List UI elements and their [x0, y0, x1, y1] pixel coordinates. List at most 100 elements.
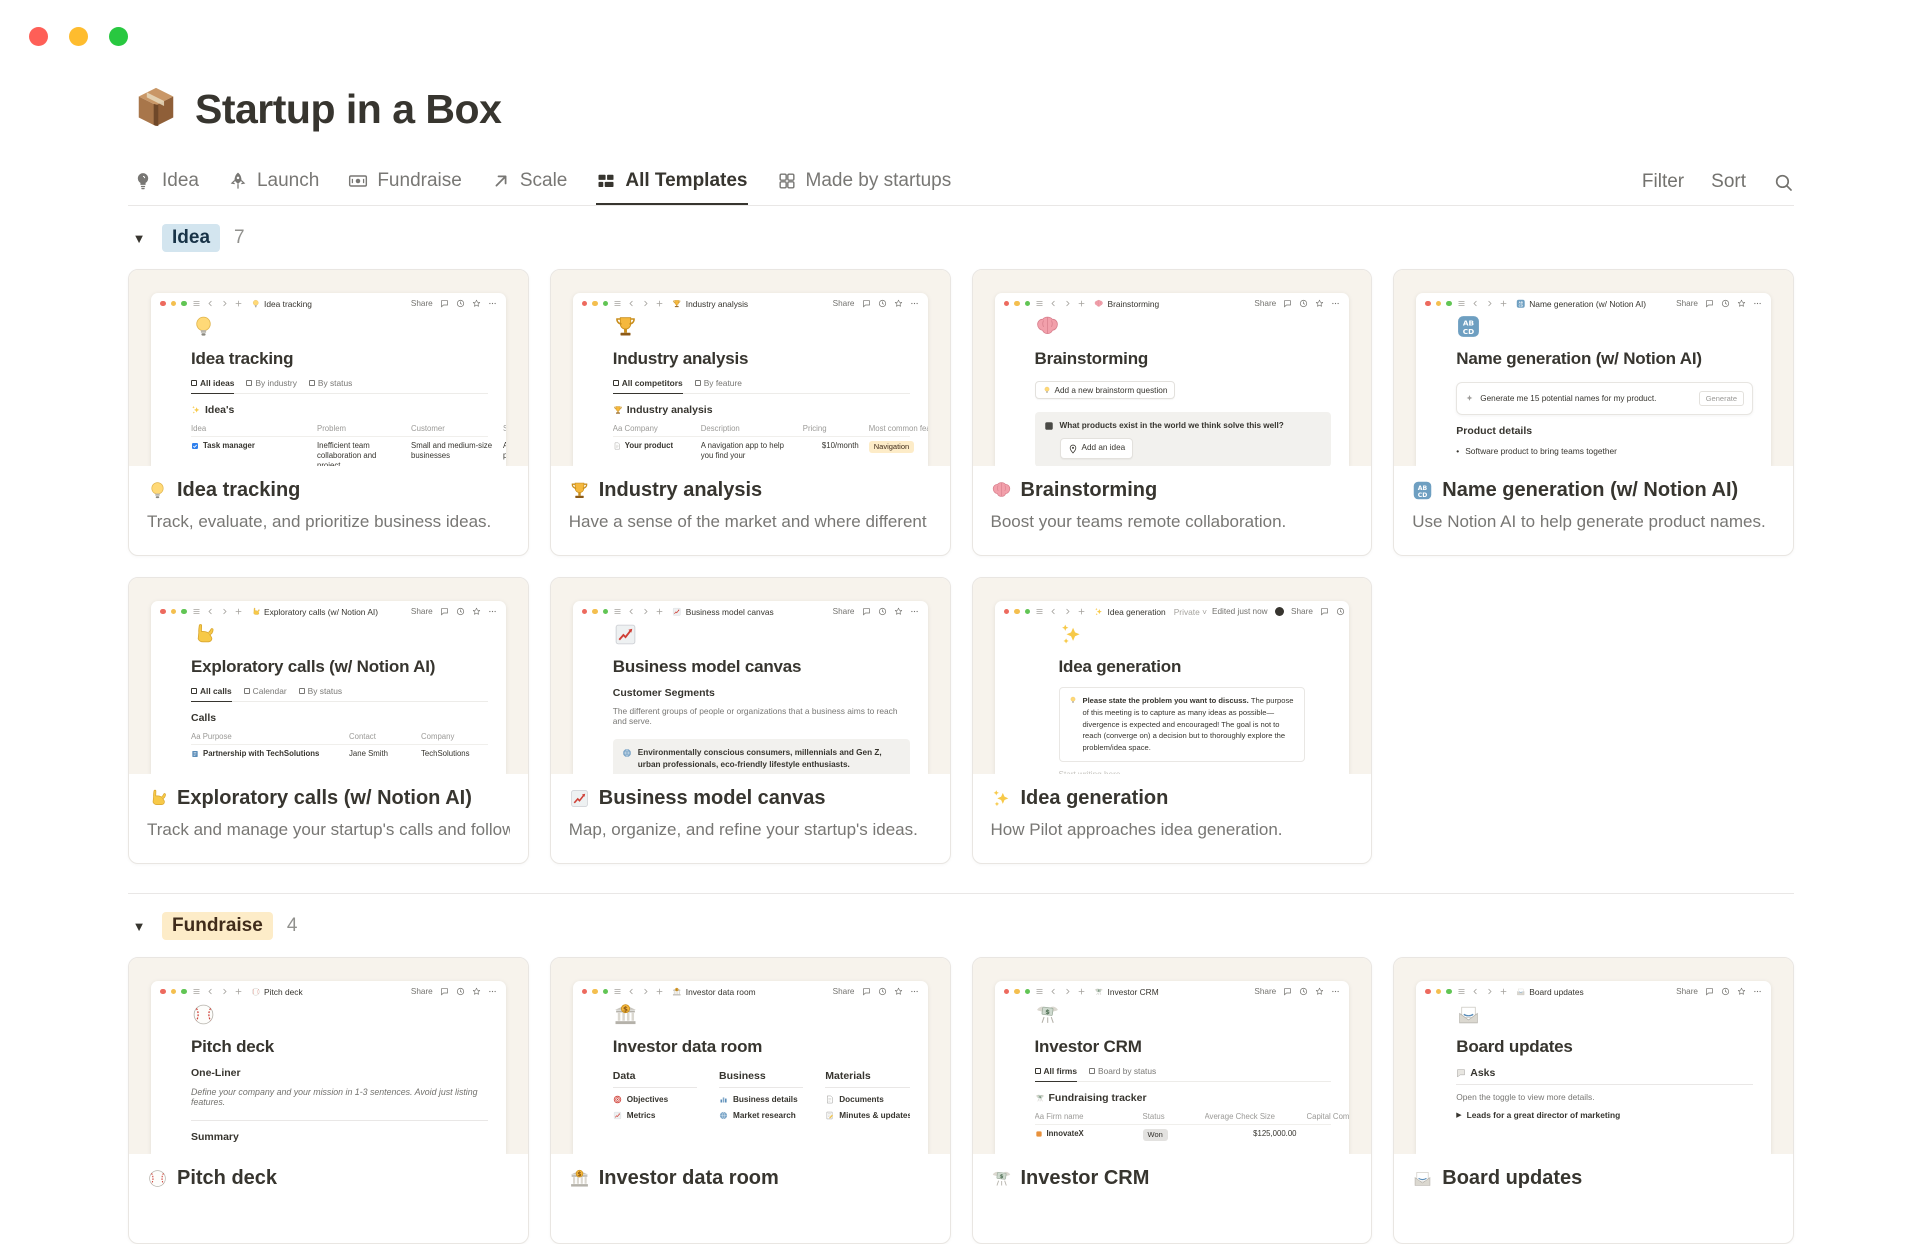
card-title-text: Board updates	[1442, 1167, 1583, 1189]
mini-section-heading: Product details	[1456, 425, 1753, 437]
card-info: AB CD Name generation (w/ Notion AI) Use No…	[1394, 466, 1793, 532]
card-info: Pitch deck	[129, 1154, 528, 1190]
mini-breadcrumb-title: Industry analysis	[685, 298, 749, 309]
template-card-name-generation-w-notion-ai[interactable]: AB CD Name generation (w/ Notion AI) Share A…	[1393, 269, 1794, 556]
minimize-window-button[interactable]	[69, 27, 88, 46]
tab-made-by-startups[interactable]: Made by startups	[777, 159, 952, 205]
section-idea: ▼ Idea 7 Idea tracking Share Idea tracking All…	[128, 220, 1794, 864]
mini-table-header: Aa Company Description Pricing Most common …	[612, 421, 928, 437]
tab-idea[interactable]: Idea	[133, 159, 199, 205]
section-collapse-toggle[interactable]: ▼	[130, 231, 148, 246]
mini-back-icon	[1049, 607, 1058, 616]
memo-icon	[825, 1111, 834, 1120]
package-icon	[133, 84, 179, 135]
mini-more-icon	[488, 299, 497, 308]
mini-page-emoji-icon: AB CD	[1516, 299, 1526, 309]
mini-zoom-icon	[602, 988, 609, 995]
ai-icon	[1465, 394, 1474, 403]
template-card-idea-generation[interactable]: Idea generation Private ˅ Edited just now S…	[971, 577, 1373, 864]
mini-button: Add an idea	[1059, 437, 1134, 459]
template-card-investor-data-room[interactable]: $ Investor data room Share $ Investor data r…	[549, 957, 951, 1244]
card-title: Business model canvas	[569, 787, 932, 810]
mini-page-body: $ Investor data room Data Objectives Metrics…	[573, 1002, 928, 1130]
mini-section-heading: Asks	[1456, 1067, 1753, 1085]
mini-tag: Won	[1142, 1129, 1168, 1141]
template-card-board-updates[interactable]: Board updates Share Board updates Asks Open …	[1393, 957, 1794, 1244]
mini-comment-icon	[440, 607, 449, 616]
mini-breadcrumb-title: Idea generation	[1107, 606, 1166, 617]
mini-table-row: Task manager Inefficient team collaborati…	[191, 437, 506, 466]
mini-button-label: Add an idea	[1081, 443, 1126, 453]
mini-close-icon	[160, 300, 166, 307]
mini-zoom-icon	[602, 300, 609, 307]
window-controls	[29, 27, 128, 46]
mini-italic-text: Define your company and your mission in …	[191, 1087, 478, 1107]
close-window-button[interactable]	[29, 27, 48, 46]
template-card-industry-analysis[interactable]: Industry analysis Share Industry analysis A…	[549, 269, 951, 556]
template-card-idea-tracking[interactable]: Idea tracking Share Idea tracking All ideas…	[128, 269, 529, 556]
section-collapse-toggle[interactable]: ▼	[130, 919, 148, 934]
mini-view-tab: By feature	[694, 378, 742, 394]
tab-fundraise[interactable]: Fundraise	[348, 159, 462, 205]
mini-comment-icon	[1320, 607, 1329, 616]
zoom-window-button[interactable]	[109, 27, 128, 46]
template-cards-grid: Pitch deck Share Pitch deck One-Liner Define…	[128, 957, 1794, 1244]
filter-button[interactable]: Filter	[1642, 171, 1684, 193]
card-info: Exploratory calls (w/ Notion AI) Track an…	[129, 774, 528, 840]
mini-generate-button: Generate	[1698, 391, 1744, 406]
chart-icon	[613, 622, 910, 647]
mini-minimize-icon	[1014, 300, 1020, 307]
template-card-brainstorming[interactable]: Brainstorming Share Brainstorming Add a new…	[971, 269, 1373, 556]
mini-breadcrumb: Business model canvas	[672, 607, 774, 617]
card-description: Use Notion AI to help generate product n…	[1412, 512, 1766, 531]
mini-database-table: Aa Company Description Pricing Most common …	[612, 421, 928, 465]
mini-close-icon	[1003, 300, 1009, 307]
tab-label: Scale	[519, 170, 568, 191]
tab-label: Made by startups	[805, 170, 952, 191]
mini-table-cell: A navigation app to help you find your	[700, 441, 784, 461]
mini-view-tabs: All firms Board by status	[1034, 1066, 1332, 1082]
mini-star-icon	[894, 987, 903, 996]
mini-view-tab-label: All competitors	[621, 378, 683, 388]
abcd-icon: AB CD	[1412, 480, 1433, 501]
mini-page-emoji-icon	[1094, 299, 1104, 309]
search-icon[interactable]	[1773, 172, 1794, 193]
mini-view-tab-label: Calendar	[252, 686, 287, 696]
template-card-pitch-deck[interactable]: Pitch deck Share Pitch deck One-Liner Define…	[128, 957, 529, 1244]
mini-browser-window: Industry analysis Share Industry analysis A…	[572, 293, 928, 466]
mini-star-icon	[1315, 299, 1324, 308]
svg-text:$: $	[1045, 1009, 1049, 1016]
mini-bullet-text: Software product to bring teams together	[1465, 446, 1617, 456]
card-thumbnail: Business model canvas Share Business model…	[550, 578, 950, 774]
tab-launch[interactable]: Launch	[228, 159, 319, 205]
mini-page-title: Business model canvas	[612, 657, 802, 676]
mini-section-heading: One-Liner	[191, 1067, 488, 1079]
mini-browser-chrome: Idea generation Private ˅ Edited just now S…	[995, 601, 1350, 622]
doc-icon	[825, 1095, 834, 1104]
mini-column-header: Contact	[349, 732, 376, 741]
template-card-business-model-canvas[interactable]: Business model canvas Share Business model…	[549, 577, 951, 864]
mini-divider	[191, 1120, 488, 1121]
template-card-exploratory-calls-w-notion-ai[interactable]: Exploratory calls (w/ Notion AI) Share Exp…	[128, 577, 529, 864]
template-card-investor-crm[interactable]: $ Investor CRM Share $ Investor CRM All firms…	[971, 957, 1373, 1244]
mini-forward-icon	[1485, 987, 1494, 996]
mini-zoom-icon	[181, 300, 187, 307]
svg-text:$: $	[577, 1171, 581, 1178]
mini-minimize-icon	[592, 988, 598, 995]
mini-table-cell: Inefficient team collaboration and proje…	[317, 441, 377, 466]
mini-history-icon	[1299, 987, 1308, 996]
mini-forward-icon	[641, 987, 650, 996]
bank-icon: $	[569, 1168, 590, 1189]
tab-all-templates[interactable]: All Templates	[596, 159, 748, 205]
tab-scale[interactable]: Scale	[491, 159, 568, 205]
rocket-icon	[228, 171, 248, 191]
mini-forward-icon	[641, 607, 650, 616]
svg-text:CD: CD	[1463, 327, 1474, 336]
sort-button[interactable]: Sort	[1711, 171, 1746, 193]
mini-view-tab-label: By feature	[703, 378, 742, 388]
mini-star-icon	[472, 607, 481, 616]
mini-column-item: Documents	[825, 1095, 909, 1104]
mini-minimize-icon	[170, 608, 176, 615]
mini-page-title: Name generation (w/ Notion AI)	[1456, 349, 1702, 368]
mini-menu-icon	[613, 987, 622, 996]
